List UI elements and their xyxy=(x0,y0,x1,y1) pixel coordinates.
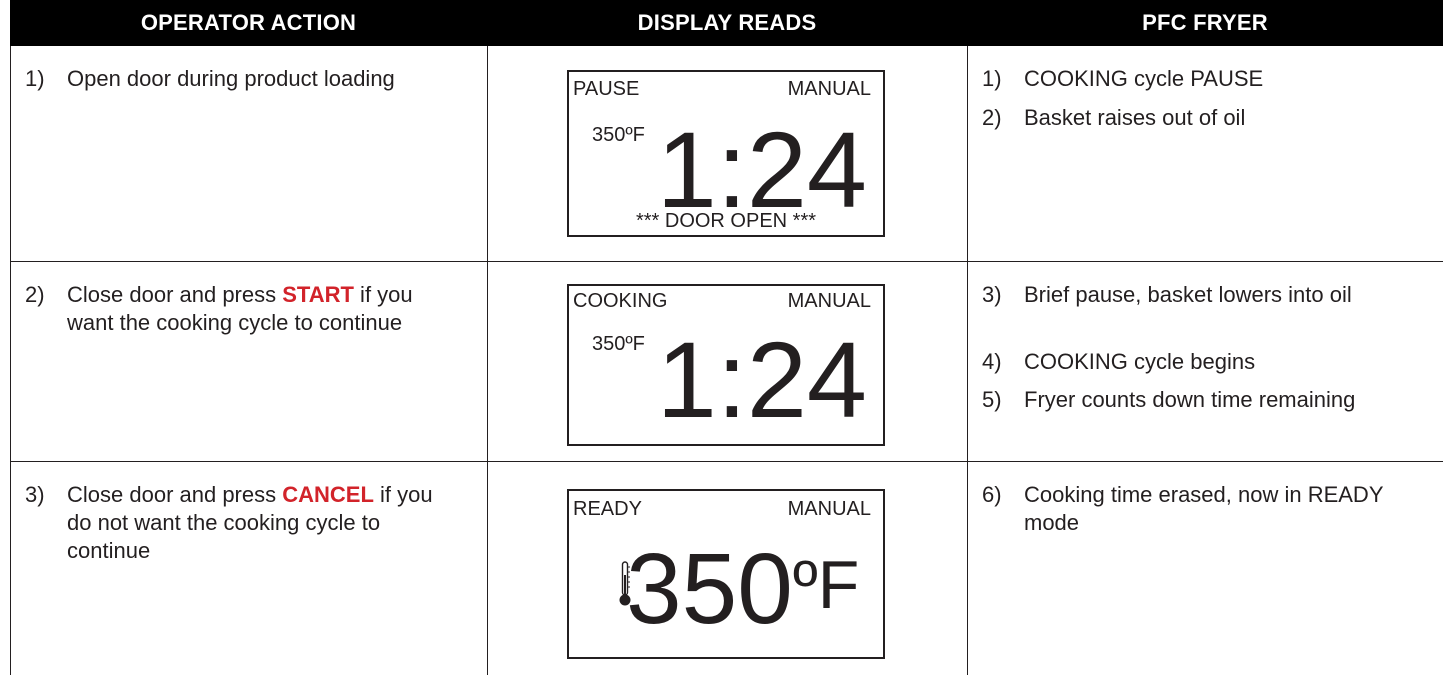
step-text-pre: Close door and press xyxy=(67,282,283,307)
step-number: 4) xyxy=(982,349,1002,374)
display-status: READY xyxy=(573,498,642,520)
step-text: Brief pause, basket lowers into oil xyxy=(1024,282,1352,307)
table-row: 3) Close door and press CANCEL if you do… xyxy=(10,462,1443,675)
step-number: 1) xyxy=(982,66,1002,91)
display-cell: PAUSE MANUAL 350ºF 1:24 *** DOOR OPEN **… xyxy=(487,46,967,261)
display-status: PAUSE xyxy=(573,78,640,100)
table-row: 2) Close door and press START if you wan… xyxy=(10,262,1443,462)
display-status: COOKING xyxy=(573,290,668,312)
display-mode: MANUAL xyxy=(787,498,871,520)
header-display-reads: DISPLAY READS xyxy=(637,10,817,35)
step-number: 3) xyxy=(25,482,45,507)
display-mode: MANUAL xyxy=(787,290,871,312)
step-number: 2) xyxy=(25,282,45,307)
step-text: COOKING cycle begins xyxy=(1024,349,1256,374)
action-step: 3) Close door and press CANCEL if you do… xyxy=(25,481,457,565)
pfc-fryer-cell: 6) Cooking time erased, now in READY mod… xyxy=(967,462,1443,675)
step-text-pre: Close door and press xyxy=(67,482,283,507)
display-cell: COOKING MANUAL 350ºF 1:24 xyxy=(487,262,967,461)
display-cell: READY MANUAL 350ºF xyxy=(487,462,967,675)
pfc-fryer-cell: 1) COOKING cycle PAUSE 2) Basket raises … xyxy=(967,46,1443,261)
fryer-step: 2) Basket raises out of oil xyxy=(982,104,1403,132)
temperature-value: 350 xyxy=(626,533,793,645)
display-temperature: 350ºF xyxy=(592,124,645,146)
fryer-display: COOKING MANUAL 350ºF 1:24 xyxy=(567,284,885,446)
step-number: 6) xyxy=(982,482,1002,507)
display-message: *** DOOR OPEN *** xyxy=(635,210,817,232)
step-text: Close door and press START if you want t… xyxy=(67,281,457,337)
fryer-display: PAUSE MANUAL 350ºF 1:24 *** DOOR OPEN **… xyxy=(567,70,885,237)
step-number: 3) xyxy=(982,282,1002,307)
action-step: 1) Open door during product loading xyxy=(25,65,457,93)
instruction-table: OPERATOR ACTION DISPLAY READS PFC FRYER … xyxy=(0,0,1448,675)
fryer-display: READY MANUAL 350ºF xyxy=(567,489,885,659)
step-text: Cooking time erased, now in READY mode xyxy=(1024,482,1384,535)
display-mode: MANUAL xyxy=(787,78,871,100)
header-operator-action: OPERATOR ACTION xyxy=(140,10,357,35)
operator-action-cell: 2) Close door and press START if you wan… xyxy=(10,262,487,461)
operator-action-cell: 3) Close door and press CANCEL if you do… xyxy=(10,462,487,675)
table-header: OPERATOR ACTION DISPLAY READS PFC FRYER xyxy=(10,0,1443,46)
header-pfc-fryer: PFC FRYER xyxy=(1142,10,1268,35)
step-text: Fryer counts down time remaining xyxy=(1024,387,1356,412)
fryer-step: 5) Fryer counts down time remaining xyxy=(982,386,1403,414)
step-number: 5) xyxy=(982,387,1002,412)
table-row: 1) Open door during product loading PAUS… xyxy=(10,46,1443,262)
step-number: 2) xyxy=(982,105,1002,130)
step-text: Basket raises out of oil xyxy=(1024,105,1246,130)
start-keyword: START xyxy=(282,282,354,307)
step-text: Open door during product loading xyxy=(67,66,395,91)
temperature-unit: ºF xyxy=(792,547,860,623)
fryer-step: 3) Brief pause, basket lowers into oil xyxy=(982,281,1403,309)
step-number: 1) xyxy=(25,66,45,91)
cancel-keyword: CANCEL xyxy=(282,482,374,507)
action-step: 2) Close door and press START if you wan… xyxy=(25,281,457,337)
fryer-step: 1) COOKING cycle PAUSE xyxy=(982,65,1403,93)
step-text: Close door and press CANCEL if you do no… xyxy=(67,481,457,565)
operator-action-cell: 1) Open door during product loading xyxy=(10,46,487,261)
fryer-step: 6) Cooking time erased, now in READY mod… xyxy=(982,481,1403,537)
step-text: COOKING cycle PAUSE xyxy=(1024,66,1264,91)
pfc-fryer-cell: 3) Brief pause, basket lowers into oil 4… xyxy=(967,262,1443,461)
display-time: 1:24 xyxy=(656,319,867,440)
display-temperature-large: 350ºF xyxy=(626,539,859,639)
display-temperature: 350ºF xyxy=(592,333,645,355)
display-time: 1:24 xyxy=(656,109,867,230)
fryer-step: 4) COOKING cycle begins xyxy=(982,348,1403,376)
